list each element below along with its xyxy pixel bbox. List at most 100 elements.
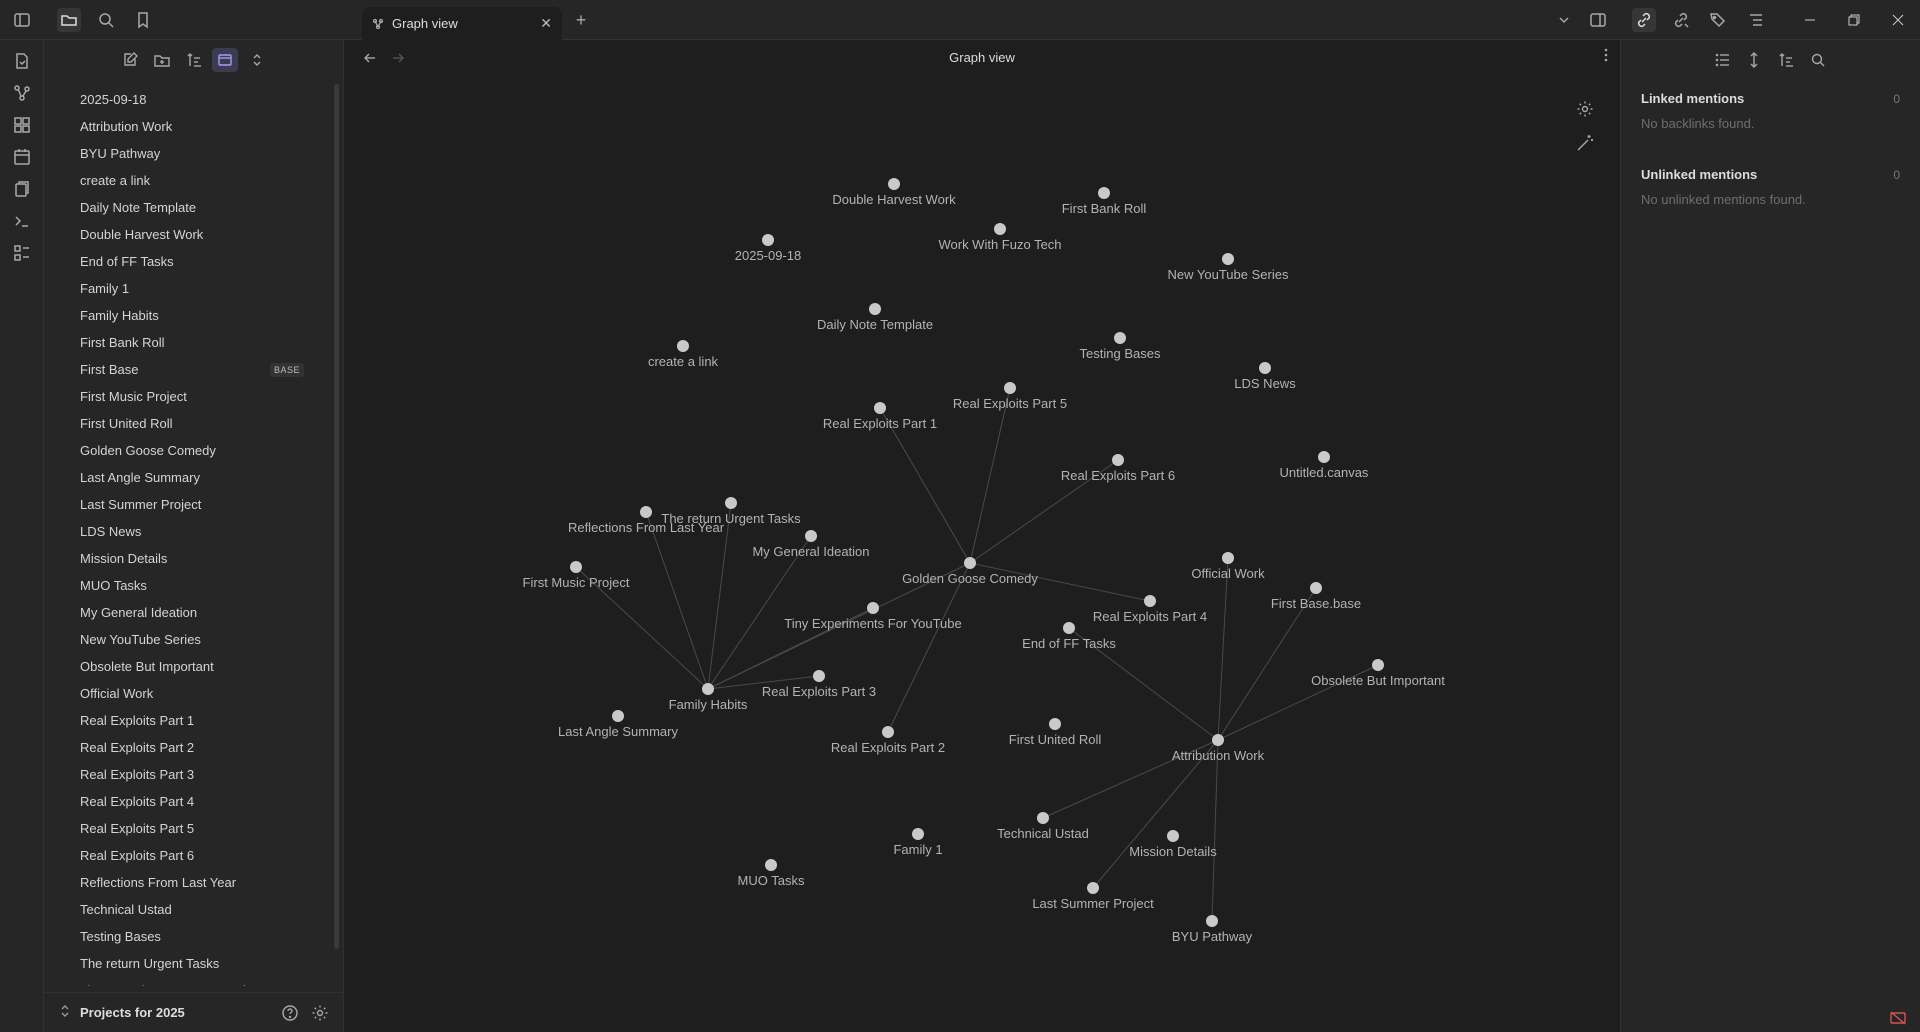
graph-node[interactable]: create a link (648, 340, 719, 369)
graph-node-dot[interactable] (1212, 734, 1224, 746)
file-item[interactable]: MUO Tasks (44, 572, 334, 599)
graph-node-dot[interactable] (640, 506, 652, 518)
graph-node-dot[interactable] (762, 234, 774, 246)
graph-node[interactable]: My General Ideation (752, 530, 870, 559)
file-item[interactable]: Technical Ustad (44, 896, 334, 923)
linked-mentions-heading[interactable]: Linked mentions (1641, 91, 1744, 106)
graph-node[interactable]: Golden Goose Comedy (902, 557, 1038, 586)
graph-node[interactable]: 2025-09-18 (735, 234, 802, 263)
file-item[interactable]: Official Work (44, 680, 334, 707)
graph-node[interactable]: First United Roll (1009, 718, 1102, 747)
graph-node-dot[interactable] (1222, 253, 1234, 265)
settings-gear-icon[interactable] (308, 1001, 332, 1025)
terminal-icon[interactable] (10, 209, 34, 233)
help-icon[interactable] (278, 1001, 302, 1025)
graph-node-dot[interactable] (702, 683, 714, 695)
search-filter-icon[interactable] (1806, 48, 1830, 72)
graph-node-dot[interactable] (1167, 830, 1179, 842)
canvas-icon[interactable] (10, 113, 34, 137)
file-item[interactable]: New YouTube Series (44, 626, 334, 653)
file-item[interactable]: Real Exploits Part 6 (44, 842, 334, 869)
file-item[interactable]: First Bank Roll (44, 329, 334, 356)
graph-node[interactable]: First Music Project (523, 561, 630, 590)
unlinked-mentions-heading[interactable]: Unlinked mentions (1641, 167, 1757, 182)
graph-node[interactable]: Real Exploits Part 5 (953, 382, 1067, 411)
file-item[interactable]: Testing Bases (44, 923, 334, 950)
bases-icon[interactable] (10, 241, 34, 265)
graph-node-dot[interactable] (813, 670, 825, 682)
graph-node[interactable]: MUO Tasks (738, 859, 805, 888)
graph-node[interactable]: Work With Fuzo Tech (938, 223, 1062, 252)
file-item[interactable]: End of FF Tasks (44, 248, 334, 275)
graph-node[interactable]: Official Work (1191, 552, 1265, 581)
outline-icon[interactable] (1744, 8, 1768, 32)
graph-node[interactable]: Mission Details (1129, 830, 1217, 859)
file-item[interactable]: Reflections From Last Year (44, 869, 334, 896)
close-tab-icon[interactable]: ✕ (540, 15, 552, 32)
graph-node-dot[interactable] (765, 859, 777, 871)
graph-node[interactable]: BYU Pathway (1172, 915, 1253, 944)
graph-node-dot[interactable] (1004, 382, 1016, 394)
file-item[interactable]: Double Harvest Work (44, 221, 334, 248)
more-options-icon[interactable] (1604, 48, 1608, 67)
graph-node-dot[interactable] (1206, 915, 1218, 927)
graph-node-dot[interactable] (725, 497, 737, 509)
graph-node-dot[interactable] (1222, 552, 1234, 564)
search-icon[interactable] (94, 8, 118, 32)
graph-node[interactable]: Testing Bases (1080, 332, 1161, 361)
file-item[interactable]: My General Ideation (44, 599, 334, 626)
file-item[interactable]: First United Roll (44, 410, 334, 437)
file-item[interactable]: First Music Project (44, 383, 334, 410)
graph-node[interactable]: Real Exploits Part 4 (1093, 595, 1207, 624)
graph-node-dot[interactable] (964, 557, 976, 569)
graph-node[interactable]: New YouTube Series (1168, 253, 1289, 282)
open-quick-switcher-icon[interactable] (10, 49, 34, 73)
graph-node[interactable]: Real Exploits Part 2 (831, 726, 945, 755)
templates-icon[interactable] (10, 177, 34, 201)
graph-node[interactable]: Technical Ustad (997, 812, 1089, 841)
graph-node-dot[interactable] (869, 303, 881, 315)
sync-error-icon[interactable] (1888, 1010, 1908, 1026)
file-item[interactable]: Last Summer Project (44, 491, 334, 518)
graph-settings-icon[interactable] (1572, 96, 1598, 122)
graph-node[interactable]: Double Harvest Work (832, 178, 956, 207)
graph-node[interactable]: Real Exploits Part 6 (1061, 454, 1175, 483)
file-item[interactable]: Family Habits (44, 302, 334, 329)
file-item[interactable]: Daily Note Template (44, 194, 334, 221)
file-item[interactable]: LDS News (44, 518, 334, 545)
auto-reveal-icon[interactable] (212, 48, 238, 72)
animate-wand-icon[interactable] (1572, 130, 1598, 156)
new-tab-button[interactable]: + (569, 8, 593, 32)
graph-canvas[interactable]: Double Harvest Work First Bank Roll Work W… (344, 40, 1620, 1032)
toggle-right-sidebar-icon[interactable] (1586, 8, 1610, 32)
close-window-icon[interactable] (1883, 8, 1913, 32)
graph-node[interactable]: Family Habits (669, 683, 748, 712)
collapse-all-icon[interactable] (244, 48, 270, 72)
file-item[interactable]: Real Exploits Part 5 (44, 815, 334, 842)
graph-node-dot[interactable] (1310, 582, 1322, 594)
graph-node[interactable]: Daily Note Template (817, 303, 933, 332)
file-item[interactable]: Real Exploits Part 4 (44, 788, 334, 815)
graph-node[interactable]: Untitled.canvas (1280, 451, 1369, 480)
file-item[interactable]: Mission Details (44, 545, 334, 572)
graph-node[interactable]: End of FF Tasks (1022, 622, 1116, 651)
file-item[interactable]: Family 1 (44, 275, 334, 302)
graph-node[interactable]: Real Exploits Part 3 (762, 670, 876, 699)
graph-node-dot[interactable] (1049, 718, 1061, 730)
outgoing-links-icon[interactable] (1669, 8, 1693, 32)
minimize-icon[interactable] (1795, 8, 1825, 32)
graph-node-dot[interactable] (912, 828, 924, 840)
graph-node[interactable]: Tiny Experiments For YouTube (784, 602, 962, 631)
graph-node-dot[interactable] (1318, 451, 1330, 463)
vault-switcher[interactable]: Projects for 2025 (44, 992, 344, 1032)
new-folder-icon[interactable] (149, 48, 175, 72)
graph-node[interactable]: Last Summer Project (1032, 882, 1154, 911)
file-item[interactable]: Attribution Work (44, 113, 334, 140)
graph-node[interactable]: Real Exploits Part 1 (823, 402, 937, 431)
graph-node-dot[interactable] (1372, 659, 1384, 671)
tab-graph-view[interactable]: Graph view ✕ (362, 7, 562, 40)
graph-node-dot[interactable] (612, 710, 624, 722)
restore-icon[interactable] (1839, 8, 1869, 32)
graph-node[interactable]: Last Angle Summary (558, 710, 678, 739)
graph-node-dot[interactable] (570, 561, 582, 573)
